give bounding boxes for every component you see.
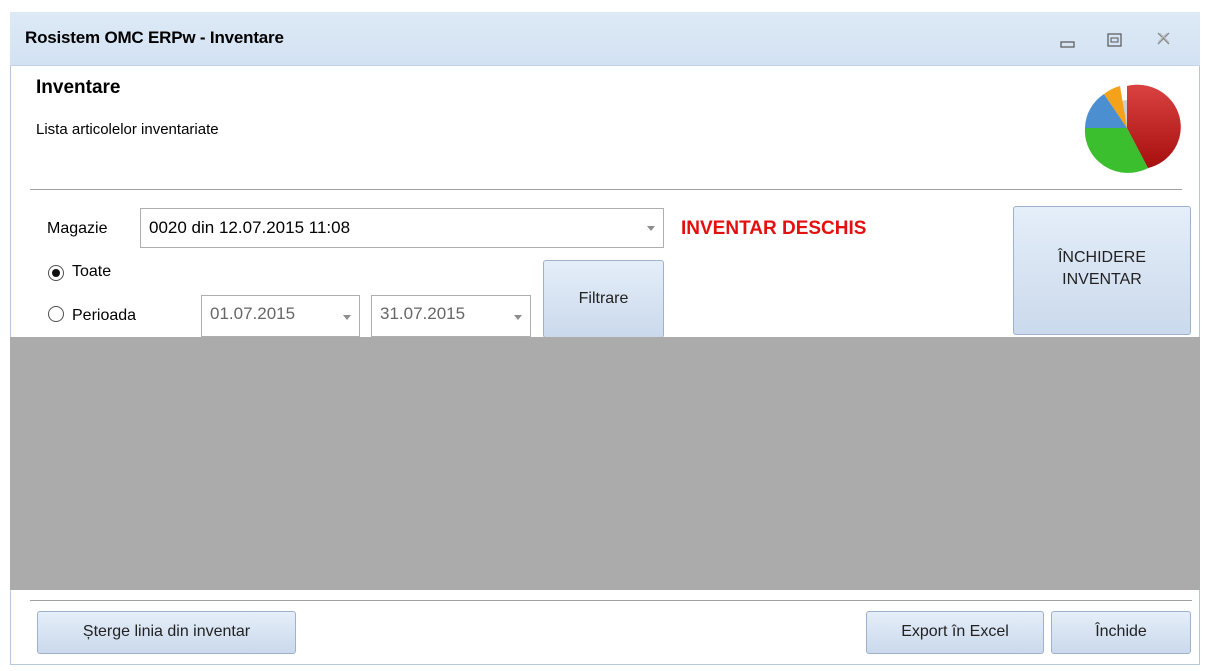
minimize-icon[interactable] xyxy=(1052,24,1082,54)
export-excel-button[interactable]: Export în Excel xyxy=(866,611,1044,654)
date-from-value: 01.07.2015 xyxy=(210,304,296,323)
close-button-label: Închide xyxy=(1095,623,1147,640)
date-to-value: 31.07.2015 xyxy=(380,304,466,323)
export-excel-label: Export în Excel xyxy=(901,623,1009,640)
magazie-label: Magazie xyxy=(47,220,108,237)
close-inventory-label-line1: ÎNCHIDERE xyxy=(1057,249,1146,266)
radio-all[interactable] xyxy=(48,265,64,281)
radio-period-label[interactable]: Perioada xyxy=(72,307,136,325)
page-subtitle: Lista articolelor inventariate xyxy=(36,121,219,138)
close-icon[interactable] xyxy=(1149,24,1179,54)
filter-button-label: Filtrare xyxy=(578,290,629,307)
magazie-select[interactable]: 0020 din 12.07.2015 11:08 xyxy=(140,208,664,248)
close-button[interactable]: Închide xyxy=(1051,611,1191,654)
inventory-grid[interactable] xyxy=(10,337,1200,590)
window-title: Rosistem OMC ERPw - Inventare xyxy=(25,28,284,47)
delete-line-button[interactable]: Șterge linia din inventar xyxy=(37,611,296,654)
chevron-down-icon[interactable] xyxy=(514,315,522,320)
page-title: Inventare xyxy=(36,77,121,98)
magazie-value: 0020 din 12.07.2015 11:08 xyxy=(149,218,351,237)
pie-chart-icon xyxy=(1084,84,1181,173)
close-inventory-button[interactable]: ÎNCHIDERE INVENTAR xyxy=(1013,206,1191,335)
close-inventory-label-line2: INVENTAR xyxy=(1062,271,1142,288)
radio-period[interactable] xyxy=(48,306,64,322)
maximize-icon[interactable] xyxy=(1100,24,1130,54)
filter-button[interactable]: Filtrare xyxy=(543,260,664,338)
footer-divider xyxy=(30,600,1192,601)
chevron-down-icon[interactable] xyxy=(343,315,351,320)
delete-line-label: Șterge linia din inventar xyxy=(82,623,251,640)
radio-all-label[interactable]: Toate xyxy=(72,263,111,281)
status-badge: INVENTAR DESCHIS xyxy=(681,218,867,239)
chevron-down-icon[interactable] xyxy=(647,226,655,231)
date-from-picker[interactable]: 01.07.2015 xyxy=(201,295,360,337)
header-divider xyxy=(30,189,1182,190)
title-bar[interactable]: Rosistem OMC ERPw - Inventare xyxy=(10,12,1200,66)
date-to-picker[interactable]: 31.07.2015 xyxy=(371,295,531,337)
